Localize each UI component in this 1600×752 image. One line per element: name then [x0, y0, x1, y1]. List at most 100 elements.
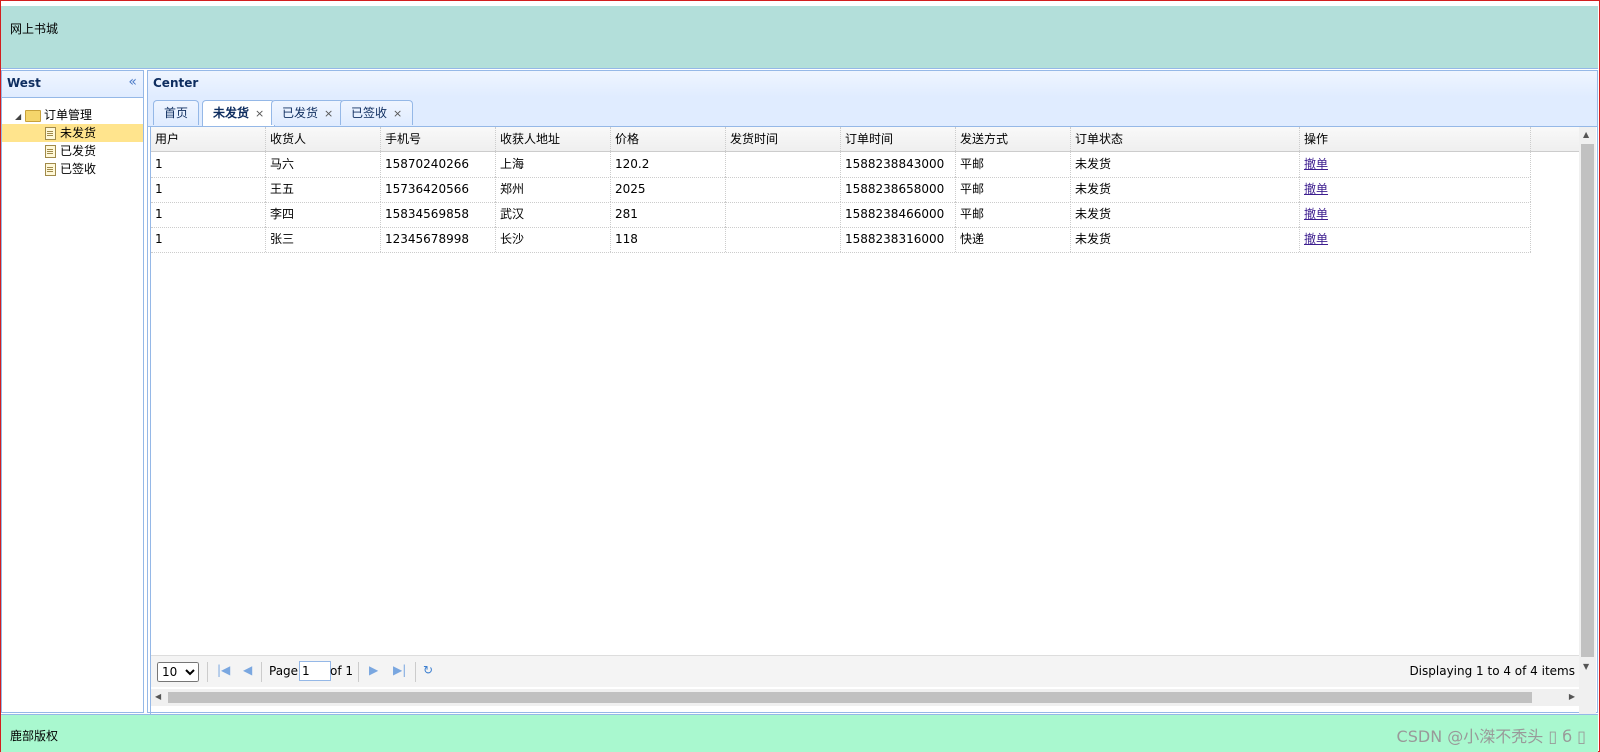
- table-row[interactable]: 1 马六 15870240266 上海 120.2 1588238843000 平邮 未发货撤…: [151, 152, 1531, 178]
- table-cell: [726, 202, 841, 227]
- pager-info: Displaying 1 to 4 of 4 items: [1409, 664, 1575, 678]
- table-cell: 15834569858: [381, 202, 496, 227]
- file-icon: [45, 145, 56, 158]
- table-cell: [726, 227, 841, 252]
- collapse-left-icon[interactable]: «: [128, 74, 137, 90]
- table-cell: 长沙: [496, 227, 611, 252]
- table-cell: 撤单: [1300, 227, 1531, 252]
- tab-unshipped[interactable]: 未发货 ×: [202, 100, 276, 126]
- west-panel-header: West «: [2, 71, 143, 98]
- pager-separator: [261, 662, 262, 682]
- table-cell: [726, 152, 841, 177]
- table-cell: 武汉: [496, 202, 611, 227]
- next-page-icon[interactable]: ▶: [369, 663, 378, 677]
- table-cell: 撤单: [1300, 152, 1531, 177]
- vertical-scrollbar[interactable]: ▲ ▼: [1579, 127, 1596, 714]
- column-header[interactable]: 发货时间: [726, 127, 841, 151]
- horizontal-scroll-thumb[interactable]: [168, 692, 1532, 703]
- table-cell: 平邮: [956, 202, 1071, 227]
- cancel-order-link[interactable]: 撤单: [1304, 232, 1328, 246]
- cancel-order-link[interactable]: 撤单: [1304, 207, 1328, 221]
- column-header[interactable]: 订单时间: [841, 127, 956, 151]
- watermark: CSDN @小滐不秃头 ▯ б ▯: [1396, 727, 1586, 746]
- tab-label: 已签收: [351, 106, 388, 120]
- copyright-text: 鹿部版权: [10, 729, 59, 743]
- close-icon[interactable]: ×: [255, 107, 264, 120]
- column-header[interactable]: 手机号: [381, 127, 496, 151]
- pagination-bar: 10 |◀ ◀ Page of 1 ▶ ▶| ↻ Displaying 1 to…: [151, 655, 1579, 687]
- site-title: 网上书城: [10, 22, 59, 36]
- prev-page-icon[interactable]: ◀: [243, 663, 252, 677]
- page-count-label: of 1: [330, 664, 354, 678]
- file-icon: [45, 163, 56, 176]
- tree-node-label: 已发货: [60, 144, 97, 158]
- scroll-down-icon[interactable]: ▼: [1583, 662, 1589, 671]
- last-page-icon[interactable]: ▶|: [393, 663, 406, 677]
- north-region: 网上书城: [1, 6, 1598, 69]
- west-panel-title: West: [7, 76, 41, 90]
- tab-label: 已发货: [282, 106, 319, 120]
- column-header[interactable]: 用户: [151, 127, 266, 151]
- table-cell: 1588238843000: [841, 152, 956, 177]
- scroll-right-icon[interactable]: ▶: [1569, 692, 1575, 701]
- tab-label: 未发货: [213, 106, 250, 120]
- tree-node-signed[interactable]: 已签收: [2, 160, 143, 178]
- cancel-order-link[interactable]: 撤单: [1304, 157, 1328, 171]
- scroll-up-icon[interactable]: ▲: [1583, 130, 1589, 139]
- refresh-icon[interactable]: ↻: [423, 663, 433, 677]
- column-header[interactable]: 收获人地址: [496, 127, 611, 151]
- pager-separator: [415, 662, 416, 682]
- column-header[interactable]: 操作: [1300, 127, 1531, 151]
- order-tree: ◢ 订单管理 未发货 已发货 已签收: [2, 98, 143, 178]
- tree-node-label: 未发货: [60, 126, 97, 140]
- scroll-left-icon[interactable]: ◀: [155, 692, 161, 701]
- table-cell: 平邮: [956, 152, 1071, 177]
- table-cell: 上海: [496, 152, 611, 177]
- tree-node-order-management[interactable]: ◢ 订单管理: [2, 106, 143, 124]
- table-cell: 撤单: [1300, 202, 1531, 227]
- table-row[interactable]: 1 李四 15834569858 武汉 281 1588238466000 平邮 未发货 撤单: [151, 202, 1531, 228]
- table-cell: 未发货: [1071, 152, 1300, 177]
- table-cell: 1588238466000: [841, 202, 956, 227]
- close-icon[interactable]: ×: [393, 107, 402, 120]
- table-cell: 1: [151, 227, 266, 252]
- tab-label: 首页: [164, 106, 189, 120]
- column-header[interactable]: 收货人: [266, 127, 381, 151]
- close-icon[interactable]: ×: [324, 107, 333, 120]
- pager-separator: [358, 662, 359, 682]
- tab-home[interactable]: 首页: [153, 100, 200, 125]
- center-panel-header: Center: [148, 71, 1597, 98]
- table-cell: 李四: [266, 202, 381, 227]
- table-cell: 快递: [956, 227, 1071, 252]
- table-cell: 平邮: [956, 177, 1071, 202]
- page-size-select[interactable]: 10: [157, 662, 199, 682]
- tree-node-unshipped[interactable]: 未发货: [2, 124, 143, 142]
- column-header[interactable]: 价格: [611, 127, 726, 151]
- table-row[interactable]: 1 张三 12345678998 长沙 118 1588238316000 快递 未发货 撤单: [151, 227, 1531, 253]
- file-icon: [45, 127, 56, 140]
- vertical-scroll-thumb[interactable]: [1581, 144, 1594, 657]
- tree-node-label: 订单管理: [44, 108, 93, 122]
- horizontal-scrollbar[interactable]: ◀ ▶: [151, 689, 1579, 706]
- first-page-icon[interactable]: |◀: [217, 663, 230, 677]
- table-cell: 未发货: [1071, 227, 1300, 252]
- tab-signed[interactable]: 已签收 ×: [340, 100, 414, 125]
- table-cell: 118: [611, 227, 726, 252]
- column-header[interactable]: 订单状态: [1071, 127, 1300, 151]
- table-row[interactable]: 1 王五 15736420566 郑州 2025 1588238658000 平邮 未发货 撤单: [151, 177, 1531, 203]
- table-cell: 2025: [611, 177, 726, 202]
- center-panel-title: Center: [153, 76, 199, 90]
- table-cell: 120.2: [611, 152, 726, 177]
- tree-node-shipped[interactable]: 已发货: [2, 142, 143, 160]
- column-header[interactable]: 发送方式: [956, 127, 1071, 151]
- table-cell: 15736420566: [381, 177, 496, 202]
- tabs-bar: 首页 未发货 × 已发货 × 已签收 ×: [148, 97, 1597, 127]
- south-region: 鹿部版权 CSDN @小滐不秃头 ▯ б ▯: [1, 714, 1598, 752]
- table-cell: 1588238658000: [841, 177, 956, 202]
- tab-shipped[interactable]: 已发货 ×: [271, 100, 345, 125]
- table-cell: 王五: [266, 177, 381, 202]
- table-cell: 郑州: [496, 177, 611, 202]
- page-number-input[interactable]: [299, 661, 331, 681]
- cancel-order-link[interactable]: 撤单: [1304, 182, 1328, 196]
- table-cell: 1: [151, 177, 266, 202]
